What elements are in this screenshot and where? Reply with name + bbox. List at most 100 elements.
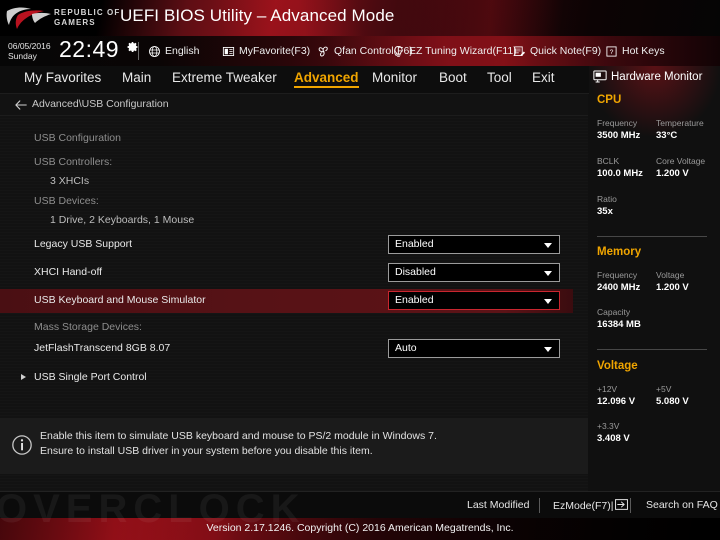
field-value-memory-capacity: 16384 MB <box>597 319 641 330</box>
section-title-cpu: CPU <box>597 94 622 106</box>
hardware-monitor-panel: Hardware Monitor CPU Frequency 3500 MHz … <box>589 66 720 491</box>
field-value-12v: 12.096 V <box>597 396 636 407</box>
toolbar-item-label: MyFavorite(F3) <box>239 45 311 57</box>
tab-extreme-tweaker[interactable]: Extreme Tweaker <box>172 70 277 85</box>
row-label: XHCI Hand-off <box>34 266 103 278</box>
toolbar-item-label: Hot Keys <box>622 45 665 57</box>
toolbar-item-label: EZ Tuning Wizard(F11) <box>409 45 517 57</box>
field-value-memory-frequency: 2400 MHz <box>597 282 641 293</box>
ez-mode-label: EzMode(F7)| <box>553 500 614 512</box>
tab-my-favorites[interactable]: My Favorites <box>24 70 101 85</box>
favorites-card-icon <box>222 46 235 56</box>
row-label: Legacy USB Support <box>34 238 133 250</box>
tab-tool[interactable]: Tool <box>487 70 512 85</box>
field-label-cpu-temperature: Temperature <box>656 118 704 128</box>
dropdown-jetflash-transcend[interactable]: Auto <box>388 339 560 358</box>
dropdown-value: Auto <box>395 342 417 354</box>
svg-text:?: ? <box>610 48 614 55</box>
setting-row-legacy-usb-support[interactable]: Legacy USB Support Enabled <box>0 233 588 257</box>
field-label-3v3: +3.3V <box>597 421 620 431</box>
toolbar-item-label: Quick Note(F9) <box>530 45 602 57</box>
rog-logo: REPUBLIC OF GAMERS <box>6 3 124 33</box>
chevron-right-icon <box>21 374 26 380</box>
toolbar-item-label: English <box>165 45 200 57</box>
bottom-bar: Last Modified EzMode(F7)| Search on FAQ <box>0 491 720 518</box>
field-value-3v3: 3.408 V <box>597 433 630 444</box>
breadcrumb: Advanced\USB Configuration <box>0 94 588 116</box>
last-modified-button[interactable]: Last Modified <box>467 499 529 511</box>
footer-bar: Version 2.17.1246. Copyright (C) 2016 Am… <box>0 518 720 540</box>
field-label-memory-voltage: Voltage <box>656 270 685 280</box>
section-title-voltage: Voltage <box>597 360 638 372</box>
row-label: USB Controllers: <box>34 156 113 168</box>
row-label: JetFlashTranscend 8GB 8.07 <box>34 342 171 354</box>
help-text-line1: Enable this item to simulate USB keyboar… <box>40 430 437 442</box>
sidebar-section-divider <box>597 349 707 350</box>
chevron-down-icon <box>544 299 552 304</box>
section-title-memory: Memory <box>597 246 642 258</box>
breadcrumb-path: Advanced\USB Configuration <box>32 98 169 110</box>
field-value-bclk: 100.0 MHz <box>597 168 643 179</box>
sidebar-section-divider <box>597 236 707 237</box>
tab-main[interactable]: Main <box>122 70 151 85</box>
search-on-faq-button[interactable]: Search on FAQ <box>646 499 718 511</box>
toolbar-item-english[interactable]: English <box>148 43 199 59</box>
field-label-memory-capacity: Capacity <box>597 307 631 317</box>
bottom-separator <box>539 498 540 513</box>
dropdown-value: Disabled <box>395 266 436 278</box>
monitor-icon <box>593 70 607 83</box>
page-title: UEFI BIOS Utility – Advanced Mode <box>120 6 395 25</box>
chevron-down-icon <box>544 271 552 276</box>
setting-row-usb-keyboard-mouse-simulator[interactable]: USB Keyboard and Mouse Simulator Enabled <box>0 289 573 313</box>
rog-brand-line1: REPUBLIC OF <box>54 8 121 17</box>
chevron-down-icon <box>544 243 552 248</box>
dropdown-xhci-hand-off[interactable]: Disabled <box>388 263 560 282</box>
toolbar-item-quick-note[interactable]: Quick Note(F9) <box>513 43 601 59</box>
note-pencil-icon <box>514 45 526 56</box>
dropdown-legacy-usb-support[interactable]: Enabled <box>388 235 560 254</box>
field-label-memory-frequency: Frequency <box>597 270 638 280</box>
current-date: 06/05/2016 <box>8 41 51 51</box>
row-label: USB Configuration <box>34 132 121 144</box>
toolbar-item-myfavorite[interactable]: MyFavorite(F3) <box>222 43 310 59</box>
current-day: Sunday <box>8 51 37 61</box>
globe-icon <box>149 45 160 57</box>
header-bar: REPUBLIC OF GAMERS UEFI BIOS Utility – A… <box>0 0 720 36</box>
tab-monitor[interactable]: Monitor <box>372 70 417 85</box>
row-value: 1 Drive, 2 Keyboards, 1 Mouse <box>50 214 195 226</box>
hardware-monitor-header: Hardware Monitor <box>593 70 702 83</box>
ez-mode-button[interactable]: EzMode(F7)| <box>553 499 628 512</box>
tab-boot[interactable]: Boot <box>439 70 467 85</box>
info-row-usb-configuration: USB Configuration <box>0 127 588 151</box>
field-value-memory-voltage: 1.200 V <box>656 282 689 293</box>
tab-exit[interactable]: Exit <box>532 70 555 85</box>
info-row-usb-devices-detail: 1 Drive, 2 Keyboards, 1 Mouse <box>0 209 588 233</box>
submenu-row-usb-single-port-control[interactable]: USB Single Port Control <box>0 366 588 390</box>
dropdown-usb-keyboard-mouse-simulator[interactable]: Enabled <box>388 291 560 310</box>
question-key-icon: ? <box>606 45 617 57</box>
field-label-12v: +12V <box>597 384 618 394</box>
field-value-ratio: 35x <box>597 206 613 217</box>
field-label-ratio: Ratio <box>597 194 617 204</box>
back-arrow-icon[interactable] <box>14 98 28 112</box>
fan-icon <box>318 46 328 56</box>
row-label: USB Keyboard and Mouse Simulator <box>34 294 206 306</box>
toolbar-item-ez-tuning-wizard[interactable]: EZ Tuning Wizard(F11) <box>392 43 517 59</box>
version-text: Version 2.17.1246. Copyright (C) 2016 Am… <box>206 522 514 534</box>
toolbar-item-hot-keys[interactable]: ? Hot Keys <box>605 43 665 59</box>
current-time: 22:49 <box>59 36 120 62</box>
tab-advanced[interactable]: Advanced <box>294 70 359 88</box>
row-label: USB Single Port Control <box>34 371 147 383</box>
setting-row-xhci-hand-off[interactable]: XHCI Hand-off Disabled <box>0 261 588 285</box>
help-text-line2: Ensure to install USB driver in your sys… <box>40 445 373 457</box>
field-value-cpu-frequency: 3500 MHz <box>597 130 641 141</box>
chevron-down-icon <box>544 347 552 352</box>
bios-screen: REPUBLIC OF GAMERS UEFI BIOS Utility – A… <box>0 0 720 540</box>
toolbar: 06/05/2016 Sunday 22:49 English MyFavori… <box>0 36 720 66</box>
setting-row-jetflash-transcend[interactable]: JetFlashTranscend 8GB 8.07 Auto <box>0 337 588 361</box>
field-label-cpu-frequency: Frequency <box>597 118 638 128</box>
rog-brand-line2: GAMERS <box>54 17 96 27</box>
row-label: Mass Storage Devices: <box>34 321 142 333</box>
dropdown-value: Enabled <box>395 238 434 250</box>
row-value: 3 XHCIs <box>50 175 90 187</box>
